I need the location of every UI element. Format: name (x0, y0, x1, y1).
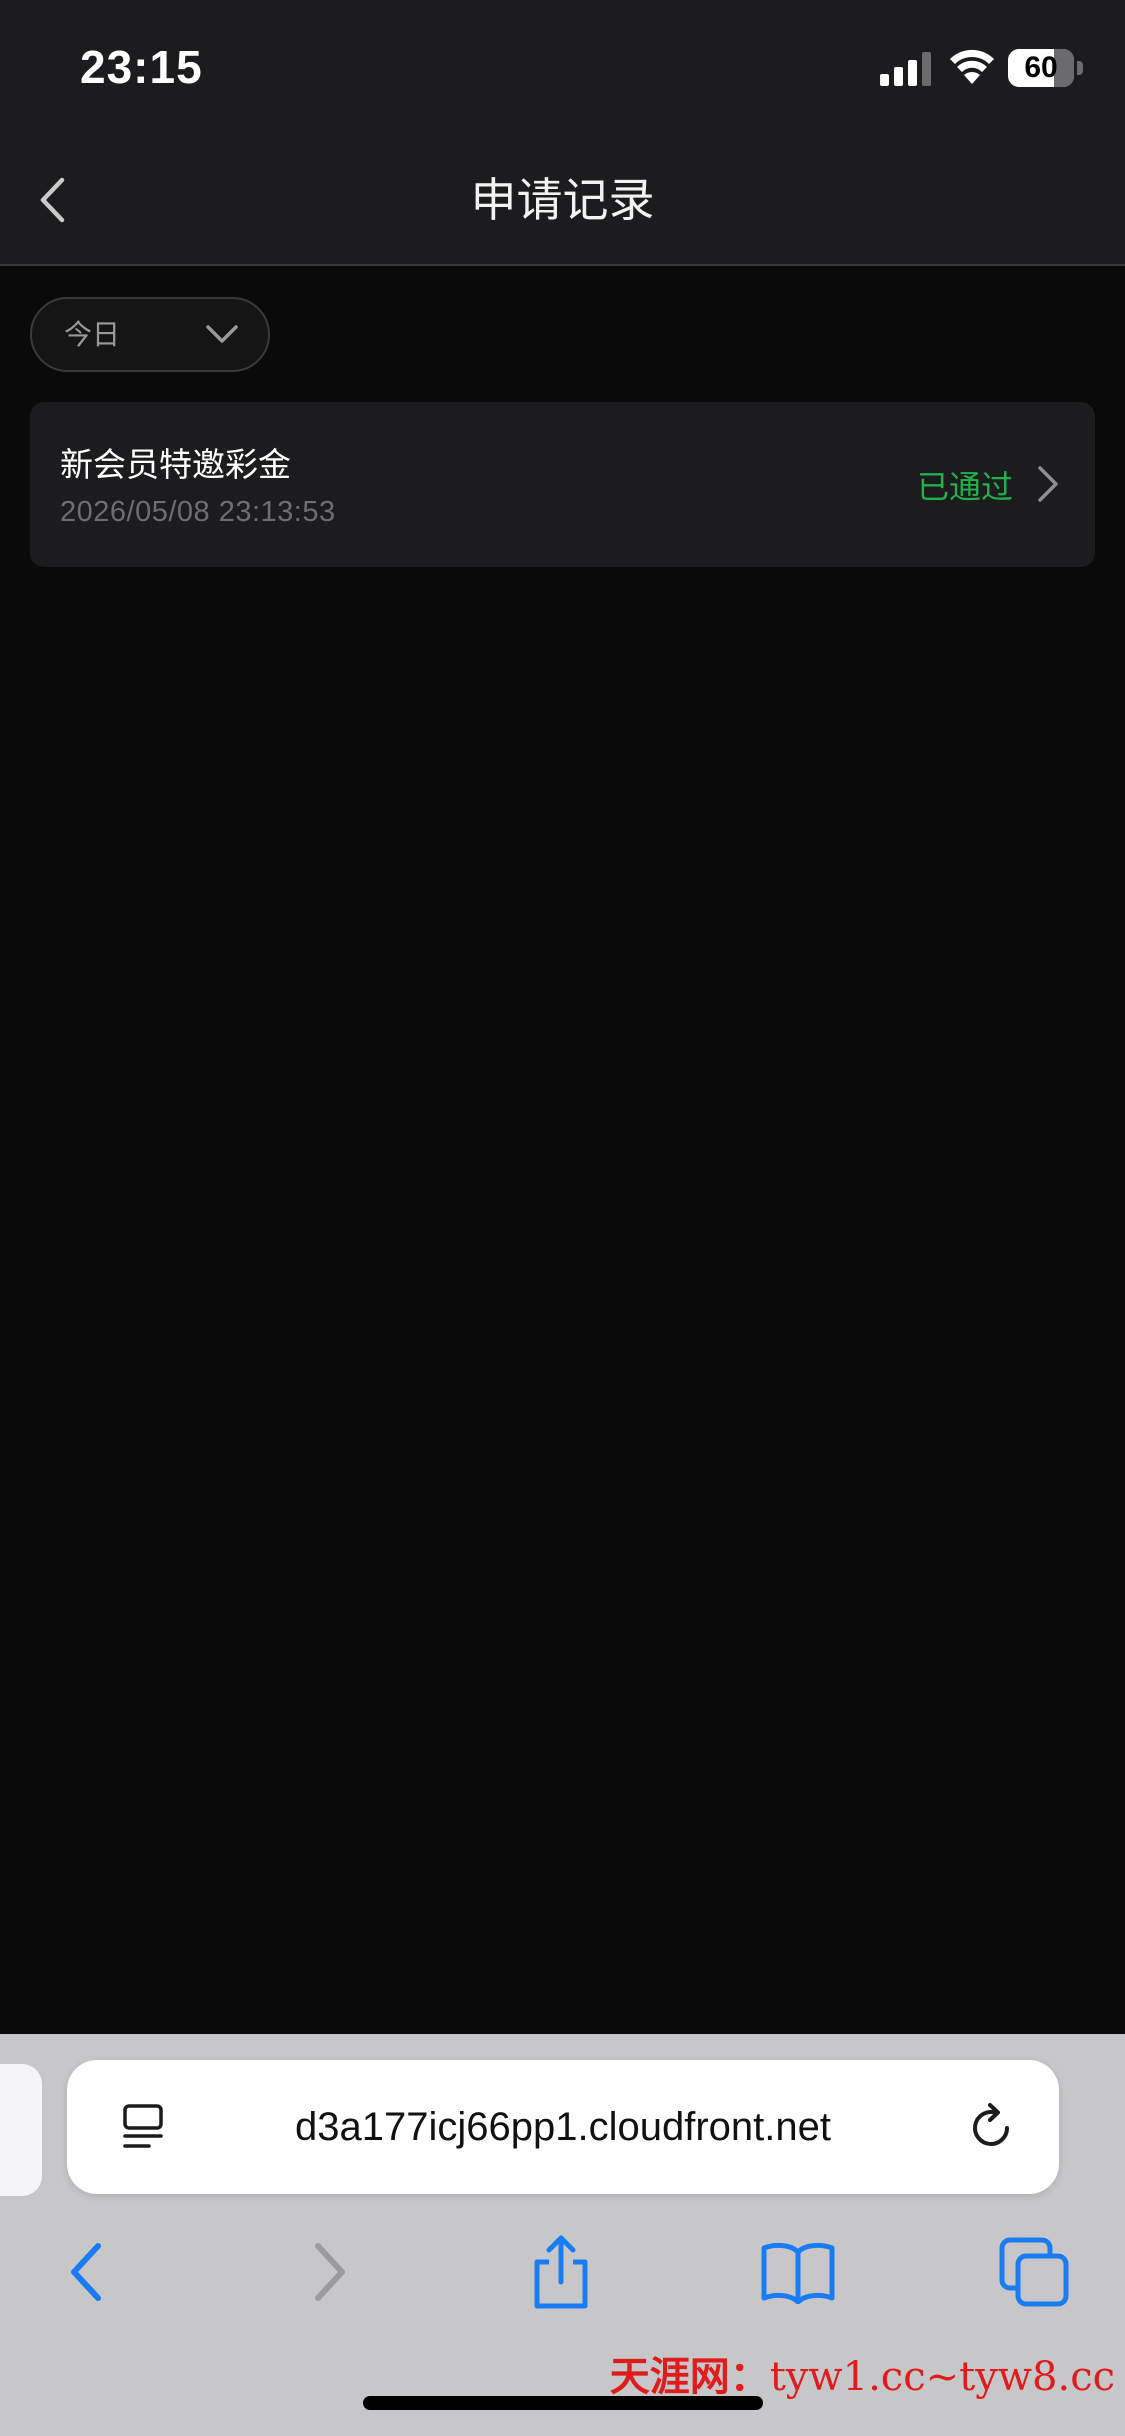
watermark-domains: tyw1.cc~tyw8.cc (769, 2354, 1115, 2400)
browser-forward-button[interactable] (290, 2232, 370, 2312)
tabs-icon (999, 2237, 1069, 2307)
chevron-right-icon (1038, 466, 1058, 502)
date-filter-dropdown[interactable]: 今日 (30, 297, 270, 372)
signal-icon (880, 52, 931, 86)
reader-mode-icon[interactable] (119, 2102, 167, 2152)
wifi-icon (950, 49, 994, 84)
tabs-button[interactable] (994, 2232, 1074, 2312)
record-title: 新会员特邀彩金 (60, 445, 291, 484)
bookmarks-button[interactable] (758, 2232, 838, 2312)
back-button[interactable] (22, 165, 82, 235)
browser-back-button[interactable] (46, 2232, 126, 2312)
chevron-left-icon (40, 177, 65, 223)
watermark: 天涯网：tyw1.cc~tyw8.cc (610, 2344, 1115, 2402)
record-datetime: 2026/05/08 23:13:53 (60, 496, 336, 528)
status-time: 23:15 (80, 41, 203, 93)
share-icon (534, 2235, 588, 2309)
home-indicator (363, 2396, 763, 2410)
url-text: d3a177icj66pp1.cloudfront.net (295, 2105, 831, 2149)
nav-header: 申请记录 (0, 135, 1125, 266)
battery-level: 60 (1024, 51, 1058, 84)
chevron-down-icon (206, 325, 238, 343)
status-bar: 23:15 60 (0, 0, 1125, 135)
page-title: 申请记录 (470, 173, 655, 227)
page: 23:15 60 申请记录 今日 新会员特邀彩金 2026/05/08 23:1… (0, 0, 1125, 2436)
filter-selected-label: 今日 (64, 318, 121, 351)
battery-icon: 60 (1008, 49, 1084, 87)
back-arrow-icon (71, 2243, 101, 2301)
record-list-item[interactable]: 新会员特邀彩金 2026/05/08 23:13:53 已通过 (30, 402, 1095, 567)
forward-arrow-icon (315, 2243, 345, 2301)
record-status: 已通过 (916, 468, 1013, 506)
bookmarks-icon (761, 2242, 835, 2304)
share-button[interactable] (521, 2232, 601, 2312)
previous-tab-preview[interactable] (0, 2064, 42, 2196)
watermark-brand: 天涯网： (609, 2353, 770, 2400)
address-bar[interactable]: d3a177icj66pp1.cloudfront.net (67, 2060, 1059, 2194)
reload-icon[interactable] (963, 2100, 1019, 2156)
